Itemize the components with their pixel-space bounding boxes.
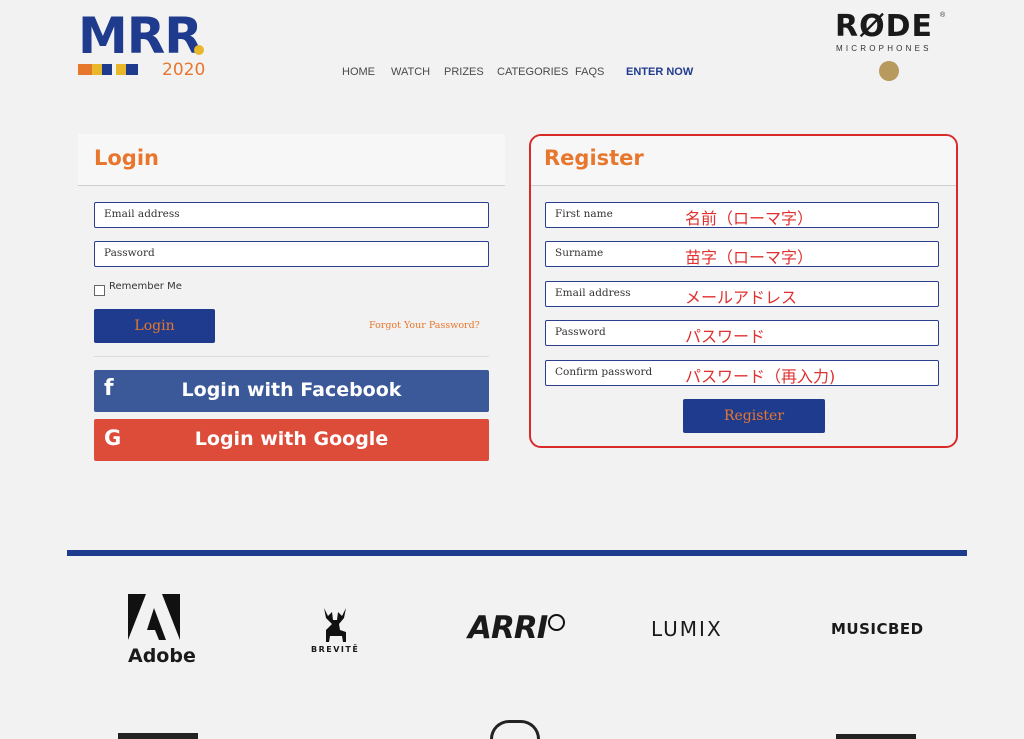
brevite-deer-icon <box>318 606 352 644</box>
sponsor-musicbed[interactable]: MUSICBED <box>831 620 924 638</box>
register-email-placeholder: Email address <box>555 287 631 299</box>
register-email-input[interactable]: Email address メールアドレス <box>545 281 939 307</box>
remember-me-checkbox[interactable] <box>94 285 105 296</box>
partner-logo[interactable]: RØDE <box>835 10 933 44</box>
sponsor-adobe[interactable]: Adobe <box>128 645 196 667</box>
partial-sponsor-logo-1 <box>118 733 198 739</box>
sponsor-lumix[interactable]: LUMIX <box>651 617 723 641</box>
nav-watch[interactable]: WATCH <box>391 66 430 78</box>
surname-annotation: 苗字（ローマ字） <box>685 248 814 267</box>
register-password-placeholder: Password <box>555 326 606 338</box>
first-name-placeholder: First name <box>555 208 613 220</box>
brand-logo[interactable]: MRR <box>78 8 203 64</box>
nav-home[interactable]: HOME <box>342 66 375 78</box>
first-name-annotation: 名前（ローマ字） <box>685 209 814 228</box>
login-email-placeholder: Email address <box>104 208 180 220</box>
brand-logo-dot <box>194 45 204 55</box>
brand-year: 2020 <box>162 60 206 80</box>
forgot-password-link[interactable]: Forgot Your Password? <box>369 320 480 331</box>
sponsor-arri[interactable]: ARRI <box>468 610 548 646</box>
nav-categories[interactable]: CATEGORIES <box>497 66 568 78</box>
login-panel-header: Login <box>78 134 505 186</box>
facebook-login-button[interactable]: f Login with Facebook <box>94 370 489 412</box>
arri-emblem-icon <box>548 614 565 631</box>
login-title: Login <box>94 146 159 170</box>
register-password-input[interactable]: Password パスワード <box>545 320 939 346</box>
partial-sponsor-logo-3 <box>836 734 916 739</box>
partner-logo-subtitle: MICROPHONES <box>836 44 932 53</box>
login-button[interactable]: Login <box>94 309 215 343</box>
facebook-login-label: Login with Facebook <box>181 379 402 401</box>
brand-color-bars <box>78 64 138 75</box>
remember-me-label: Remember Me <box>109 281 182 292</box>
partner-dot-icon <box>879 61 899 81</box>
confirm-password-placeholder: Confirm password <box>555 366 653 378</box>
register-title: Register <box>544 146 644 170</box>
login-email-input[interactable]: Email address <box>94 202 489 228</box>
surname-input[interactable]: Surname 苗字（ローマ字） <box>545 241 939 267</box>
login-password-input[interactable]: Password <box>94 241 489 267</box>
confirm-password-annotation: パスワード（再入力) <box>685 367 836 386</box>
partner-registered-mark: ® <box>940 12 946 19</box>
nav-enter-now[interactable]: ENTER NOW <box>626 66 693 78</box>
google-login-button[interactable]: G Login with Google <box>94 419 489 461</box>
login-divider <box>94 356 489 357</box>
register-password-annotation: パスワード <box>685 327 766 346</box>
register-button[interactable]: Register <box>683 399 825 433</box>
nav-faqs[interactable]: FAQS <box>575 66 604 78</box>
sponsor-brevite[interactable]: BREVITĒ <box>311 645 359 654</box>
google-login-label: Login with Google <box>194 428 389 450</box>
partial-sponsor-logo-2 <box>490 720 540 739</box>
surname-placeholder: Surname <box>555 247 604 259</box>
register-email-annotation: メールアドレス <box>685 288 798 307</box>
register-panel-header: Register <box>531 136 956 186</box>
nav-prizes[interactable]: PRIZES <box>444 66 484 78</box>
confirm-password-input[interactable]: Confirm password パスワード（再入力) <box>545 360 939 386</box>
login-password-placeholder: Password <box>104 247 155 259</box>
sponsor-divider <box>67 550 967 556</box>
first-name-input[interactable]: First name 名前（ローマ字） <box>545 202 939 228</box>
adobe-logo-icon <box>126 594 182 640</box>
